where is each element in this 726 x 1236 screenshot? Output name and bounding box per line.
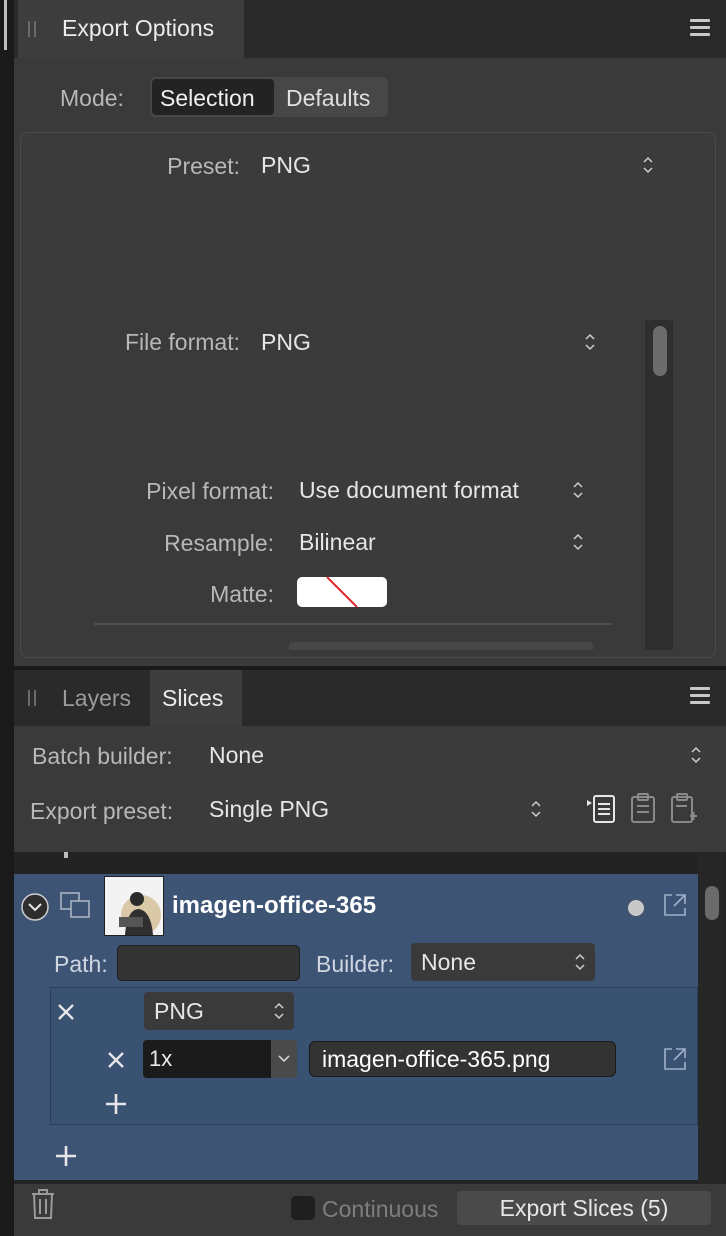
slice-status-dot bbox=[628, 900, 644, 916]
person-thumbnail-icon bbox=[105, 877, 163, 935]
remove-scale-icon[interactable] bbox=[106, 1050, 126, 1070]
settings-divider bbox=[94, 623, 612, 625]
pixel-format-value: Use document format bbox=[299, 476, 519, 503]
matte-color-swatch[interactable] bbox=[297, 577, 387, 607]
remove-format-icon[interactable] bbox=[56, 1002, 76, 1022]
mode-tab-selection-label: Selection bbox=[160, 85, 255, 111]
panel-grip-icon[interactable] bbox=[28, 21, 30, 37]
panel-grip-icon-2[interactable] bbox=[34, 21, 36, 37]
slice-name: imagen-office-365 bbox=[172, 892, 377, 919]
resample-value: Bilinear bbox=[299, 528, 376, 555]
chevron-updown-icon bbox=[573, 481, 583, 499]
filename-input[interactable]: imagen-office-365.png bbox=[309, 1041, 616, 1077]
preset-dropdown[interactable]: PNG bbox=[251, 145, 663, 185]
panel-grip-icon[interactable] bbox=[28, 690, 30, 706]
tab-layers[interactable]: Layers bbox=[62, 685, 131, 712]
format-dropdown[interactable]: PNG bbox=[144, 992, 294, 1030]
export-options-title: Export Options bbox=[62, 15, 215, 41]
batch-builder-label: Batch builder: bbox=[32, 743, 173, 769]
add-scale-icon[interactable] bbox=[105, 1093, 127, 1115]
continuous-label: Continuous bbox=[322, 1196, 439, 1222]
path-input[interactable] bbox=[117, 945, 300, 981]
apply-preset-icon[interactable] bbox=[586, 792, 618, 824]
export-external-icon[interactable] bbox=[662, 892, 688, 918]
scale-dropdown-button[interactable] bbox=[271, 1040, 297, 1078]
clipboard-add-icon[interactable] bbox=[670, 792, 698, 824]
resample-dropdown[interactable]: Bilinear bbox=[289, 522, 593, 562]
add-format-icon[interactable] bbox=[55, 1145, 77, 1167]
chevron-updown-icon bbox=[575, 953, 585, 971]
preset-label: Preset: bbox=[167, 153, 240, 179]
chevron-updown-icon bbox=[691, 746, 701, 764]
export-external-icon[interactable] bbox=[662, 1046, 688, 1072]
chevron-updown-icon bbox=[585, 333, 595, 351]
left-edge-marker bbox=[4, 0, 7, 50]
chevron-updown-icon bbox=[531, 800, 541, 818]
file-format-label: File format: bbox=[124, 329, 240, 355]
settings-scrollbar-thumb[interactable] bbox=[653, 326, 667, 376]
continuous-checkbox[interactable] bbox=[291, 1196, 315, 1220]
export-preset-value: Single PNG bbox=[209, 795, 330, 822]
scale-input[interactable]: 1x bbox=[143, 1040, 271, 1078]
mode-tab-defaults[interactable]: Defaults bbox=[286, 85, 370, 112]
slice-thumbnail bbox=[104, 876, 164, 936]
chevron-updown-icon bbox=[573, 533, 583, 551]
left-gutter bbox=[0, 0, 14, 1236]
preset-value: PNG bbox=[261, 151, 311, 178]
chevron-down-icon bbox=[278, 1055, 290, 1063]
builder-value: None bbox=[421, 948, 476, 975]
panel-grip-icon-2[interactable] bbox=[34, 690, 36, 706]
builder-label: Builder: bbox=[316, 951, 394, 977]
chevron-updown-icon bbox=[274, 1002, 284, 1020]
builder-dropdown[interactable]: None bbox=[411, 943, 595, 981]
mode-label: Mode: bbox=[60, 85, 124, 111]
matte-label: Matte: bbox=[210, 581, 274, 607]
file-format-dropdown[interactable]: PNG bbox=[251, 322, 605, 362]
export-slices-button[interactable]: Export Slices (5) bbox=[457, 1191, 711, 1225]
tab-slices-label: Slices bbox=[162, 685, 224, 711]
collapse-toggle-icon[interactable] bbox=[20, 892, 50, 922]
pixel-format-label: Pixel format: bbox=[146, 478, 274, 504]
slices-menu-icon[interactable] bbox=[690, 687, 710, 705]
list-marker bbox=[64, 852, 68, 858]
batch-builder-dropdown[interactable]: None bbox=[199, 735, 711, 775]
partial-dropdown[interactable] bbox=[289, 642, 593, 650]
resample-label: Resample: bbox=[164, 530, 274, 556]
trash-icon[interactable] bbox=[30, 1188, 56, 1220]
export-preset-label: Export preset: bbox=[30, 798, 174, 824]
slice-scrollbar-thumb[interactable] bbox=[705, 886, 719, 920]
slice-type-icon bbox=[60, 892, 90, 918]
export-options-menu-icon[interactable] bbox=[690, 19, 710, 37]
format-value: PNG bbox=[154, 997, 204, 1024]
batch-builder-value: None bbox=[209, 741, 264, 768]
export-preset-dropdown[interactable]: Single PNG bbox=[199, 789, 551, 829]
clipboard-icon[interactable] bbox=[630, 792, 656, 824]
path-label: Path: bbox=[54, 951, 108, 977]
chevron-updown-icon bbox=[643, 156, 653, 174]
no-color-icon bbox=[326, 577, 358, 607]
file-format-value: PNG bbox=[261, 328, 311, 355]
pixel-format-dropdown[interactable]: Use document format bbox=[289, 470, 593, 510]
